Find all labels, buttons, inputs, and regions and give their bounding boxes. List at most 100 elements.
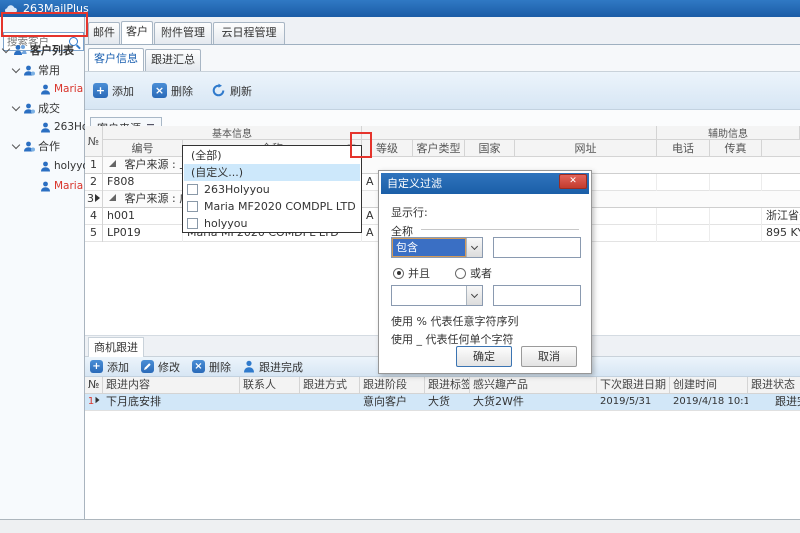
opportunity-grid-header: № 跟进内容 联系人 跟进方式 跟进阶段 跟进标签 感兴趣产品 下次跟进日期 创… [85,377,800,394]
complete-followup-button[interactable]: 跟进完成 [243,359,303,375]
operator-combo-1[interactable]: 包含 [391,237,483,258]
column-header-no[interactable]: № [85,377,103,394]
chevron-down-icon[interactable] [12,64,20,72]
plus-icon: + [90,360,103,373]
ok-button[interactable]: 确定 [456,346,512,367]
dialog-title-bar[interactable]: 自定义过滤 [381,173,589,194]
row-number: 2 [85,174,103,191]
tab-mail[interactable]: 邮件 [88,22,120,44]
status-bar [0,519,800,533]
group-expand-icon[interactable] [109,194,116,201]
filter-value-input-2[interactable] [493,285,581,306]
add-label: 添加 [112,83,134,99]
filter-option-263holyyou[interactable]: 263Holyyou [184,181,360,198]
column-header-fax[interactable]: 传真 [710,140,762,157]
wildcard-hint-1: 使用 % 代表任意字符序列 [391,313,518,329]
column-header-country[interactable]: 国家 [465,140,515,157]
column-header-code[interactable]: 编号 [103,140,183,157]
combo-arrow-button[interactable] [466,238,482,257]
filter-option-custom[interactable]: (自定义...) [184,164,360,181]
radio-and-label: 并且 [408,265,430,281]
chevron-down-icon [471,291,478,298]
cell-address: 浙江省宁波 [762,208,800,225]
separator [421,229,579,230]
user-group-icon [23,141,35,152]
tab-opportunity-followup[interactable]: 商机跟进 [88,337,144,357]
sidebar: 客户列表 常用 Maria ... 成交 263Ho... 合作 holyyou [0,17,85,519]
column-header-url[interactable]: 网址 [515,140,657,157]
app-window: 263MailPlus 客户列表 常用 Maria ... 成交 2 [0,0,800,533]
group-expand-icon[interactable] [109,160,116,167]
user-group-icon [23,65,35,76]
filter-option-maria[interactable]: Maria MF2020 COMDPL LTD [184,198,360,215]
column-header-level[interactable]: 等级 [362,140,413,157]
chevron-down-icon[interactable] [12,140,20,148]
operator-combo-2[interactable] [391,285,483,306]
cell-next-date: 2019/5/31 [597,394,670,411]
column-header-status[interactable]: 跟进状态 [748,377,800,394]
pencil-icon [141,360,154,373]
close-icon[interactable]: ✕ [559,174,587,189]
person-icon [243,360,255,373]
cell-created: 2019/4/18 10:13:57 [670,394,748,411]
sidebar-item-deal[interactable]: 成交 [13,100,60,116]
column-header-product[interactable]: 感兴趣产品 [470,377,597,394]
column-header-next-date[interactable]: 下次跟进日期 [597,377,670,394]
column-header-no[interactable]: № [85,126,103,157]
combo-arrow-button[interactable] [466,286,482,305]
row-number: 1 [88,396,94,407]
group-users-icon [13,44,27,56]
sidebar-item-customer-list[interactable]: 客户列表 [3,42,74,58]
radio-or[interactable]: 或者 [455,265,492,281]
edit-followup-button[interactable]: 修改 [141,359,180,375]
filter-option-label: holyyou [204,215,247,232]
radio-selected-icon [393,268,404,279]
filter-value-input-1[interactable] [493,237,581,258]
refresh-label: 刷新 [230,83,252,99]
checkbox[interactable] [187,218,198,229]
column-header-phone[interactable]: 电话 [657,140,710,157]
chevron-down-icon [471,243,478,250]
sidebar-item-common[interactable]: 常用 [13,62,60,78]
column-header-method[interactable]: 跟进方式 [300,377,360,394]
column-header-created[interactable]: 创建时间 [670,377,748,394]
cancel-button[interactable]: 取消 [521,346,577,367]
column-header-content[interactable]: 跟进内容 [103,377,240,394]
user-icon [40,161,51,172]
sidebar-item-cooperation[interactable]: 合作 [13,138,60,154]
cell-code: LP019 [103,225,183,242]
sub-tab-strip: 客户信息 跟进汇总 [85,45,800,72]
tab-followup-summary[interactable]: 跟进汇总 [145,49,201,71]
complete-label: 跟进完成 [259,359,303,375]
tab-attachment-management[interactable]: 附件管理 [154,22,212,44]
radio-and[interactable]: 并且 [393,265,430,281]
row-number: 5 [85,225,103,242]
column-header-stage[interactable]: 跟进阶段 [360,377,425,394]
column-header-contact[interactable]: 联系人 [240,377,300,394]
column-header-tag[interactable]: 跟进标签 [425,377,470,394]
filter-option-holyyou[interactable]: holyyou [184,215,360,232]
filter-option-all[interactable]: (全部) [184,147,360,164]
add-button[interactable]: + 添加 [93,83,134,99]
checkbox[interactable] [187,184,198,195]
add-followup-button[interactable]: + 添加 [90,359,129,375]
delete-followup-button[interactable]: × 删除 [192,359,231,375]
tab-cloud-schedule[interactable]: 云日程管理 [213,22,285,44]
column-header-customer-type[interactable]: 客户类型 [413,140,465,157]
tab-customer-info[interactable]: 客户信息 [88,48,144,71]
column-header-address[interactable] [762,140,800,157]
band-middle [362,126,657,140]
checkbox[interactable] [187,201,198,212]
show-rows-label: 显示行: [391,204,428,220]
focused-row-arrow-icon [96,397,100,403]
refresh-button[interactable]: 刷新 [211,83,252,99]
cell-content: 下月底安排 [103,394,240,411]
chevron-down-icon[interactable] [12,102,20,110]
table-row[interactable]: 1 下月底安排 意向客户 大货 大货2W件 2019/5/31 2019/4/1… [85,394,800,411]
filter-dropdown-menu: (全部) (自定义...) 263Holyyou Maria MF2020 CO… [182,145,362,233]
user-icon [40,84,51,95]
radio-unselected-icon [455,268,466,279]
chevron-down-icon[interactable] [2,44,10,52]
tab-customer[interactable]: 客户 [121,21,153,44]
delete-button[interactable]: × 删除 [152,83,193,99]
